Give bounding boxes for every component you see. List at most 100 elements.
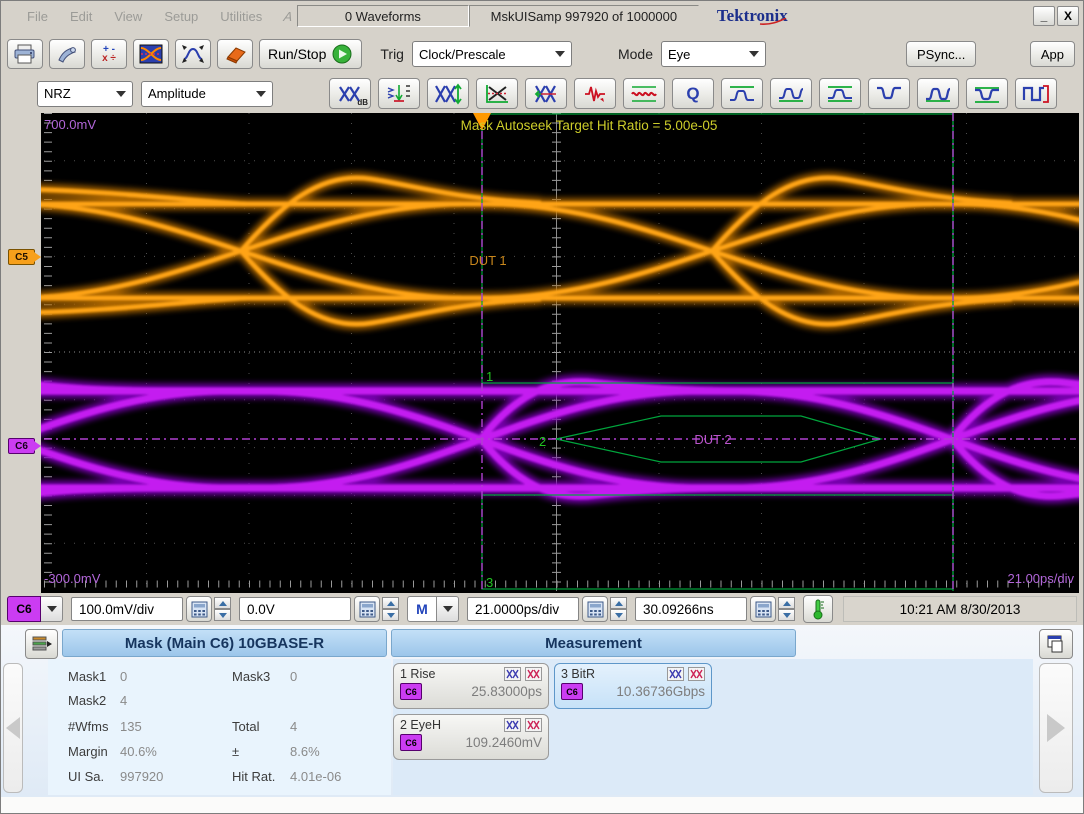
timebase-select-arrow[interactable] xyxy=(437,596,459,622)
meas-gain-setup-button[interactable] xyxy=(378,78,420,109)
spin-up-icon[interactable] xyxy=(214,597,231,609)
menu-setup[interactable]: Setup xyxy=(164,9,198,24)
crossing-level-icon xyxy=(484,83,510,105)
vertical-scale-button[interactable]: + - x ÷ xyxy=(91,39,127,69)
meas-pulse-top-button[interactable] xyxy=(721,78,763,109)
print-button[interactable] xyxy=(7,39,43,69)
calculator-icon xyxy=(359,601,376,618)
channel-c5-marker[interactable]: C5 xyxy=(8,249,35,265)
measurement-card-rise[interactable]: 1 Rise C6 25.83000ps xyxy=(393,663,549,709)
signal-type-dropdown[interactable]: NRZ xyxy=(37,81,133,107)
horizontal-position-field[interactable]: 30.09266ns xyxy=(635,597,747,621)
eye-stat-blue-icon[interactable] xyxy=(504,667,521,681)
menu-file[interactable]: File xyxy=(27,9,48,24)
measurement-card-bitrate[interactable]: 3 BitR C6 10.36736Gbps xyxy=(554,663,712,709)
measurement-source-chip[interactable]: C6 xyxy=(400,683,422,700)
vertical-scale-field[interactable]: 100.0mV/div xyxy=(71,597,183,621)
print-icon xyxy=(13,44,37,64)
eye-stat-blue-icon[interactable] xyxy=(504,718,521,732)
autoset-button[interactable] xyxy=(175,39,211,69)
measurement-panel-header[interactable]: Measurement xyxy=(391,629,796,657)
vertical-offset-field[interactable]: 0.0V xyxy=(239,597,351,621)
spin-down-icon[interactable] xyxy=(382,609,399,621)
close-button[interactable]: X xyxy=(1057,6,1079,26)
menu-edit[interactable]: Edit xyxy=(70,9,92,24)
horizontal-scale-field[interactable]: 21.0000ps/div xyxy=(467,597,579,621)
touchscreen-setup-button[interactable] xyxy=(49,39,85,69)
meas-noise-button[interactable] xyxy=(623,78,665,109)
mask-readout-panel: Mask1 0 Mask3 0 Mask2 4 #Wfms 135 Total … xyxy=(48,659,391,795)
vertical-scale-value: 100.0mV/div xyxy=(79,602,154,617)
eye-stat-red-icon[interactable] xyxy=(525,667,542,681)
clear-data-button[interactable] xyxy=(217,39,253,69)
channel-select-arrow[interactable] xyxy=(41,596,63,622)
spin-down-icon[interactable] xyxy=(214,609,231,621)
spin-up-icon[interactable] xyxy=(778,597,795,609)
eye-stat-blue-icon[interactable] xyxy=(667,667,684,681)
menu-view[interactable]: View xyxy=(114,9,142,24)
menu-applications-clipped[interactable]: A xyxy=(282,9,296,24)
wfms-value: 135 xyxy=(120,719,142,734)
vertical-scale-keypad-button[interactable] xyxy=(186,596,212,622)
mask-panel-header[interactable]: Mask (Main C6) 10GBASE-R xyxy=(62,629,387,657)
measure-category-dropdown[interactable]: Amplitude xyxy=(141,81,273,107)
meas-extinction-ratio-button[interactable]: dB xyxy=(329,78,371,109)
meas-jitter-button[interactable] xyxy=(574,78,616,109)
measurement-source-chip[interactable]: C6 xyxy=(400,734,422,751)
timebase-select-label: M xyxy=(416,601,428,617)
thermometer-icon xyxy=(811,598,825,620)
measurement-source-chip[interactable]: C6 xyxy=(561,683,583,700)
spin-up-icon[interactable] xyxy=(382,597,399,609)
acquisition-status-field: MskUISamp 997920 of 1000000 xyxy=(469,5,699,27)
meas-pulse-negative-button[interactable] xyxy=(868,78,910,109)
channel-c6-marker[interactable]: C6 xyxy=(8,438,35,454)
horizontal-position-keypad-button[interactable] xyxy=(750,596,776,622)
meas-pulse-fall-button[interactable] xyxy=(966,78,1008,109)
panel-layout-button[interactable] xyxy=(1039,629,1073,659)
horizontal-scale-keypad-button[interactable] xyxy=(582,596,608,622)
db-glyph: dB xyxy=(357,98,368,107)
graticule-screen[interactable]: 1 2 3 700.0mV Mask Autoseek Target Hit R… xyxy=(41,113,1079,593)
source-chip-label: C6 xyxy=(405,738,417,748)
window-footer-strip xyxy=(1,797,1083,814)
spin-down-icon[interactable] xyxy=(778,609,795,621)
stacked-panels-icon xyxy=(31,634,53,654)
panel-reorder-button[interactable] xyxy=(25,629,58,659)
spin-up-icon[interactable] xyxy=(610,597,627,609)
meas-eye-width-button[interactable] xyxy=(525,78,567,109)
meas-gated-bitrate-button[interactable] xyxy=(1015,78,1057,109)
spin-down-icon[interactable] xyxy=(610,609,627,621)
total-value: 4 xyxy=(290,719,297,734)
meas-pulse-amplitude-button[interactable] xyxy=(819,78,861,109)
temperature-status-button[interactable] xyxy=(803,595,833,623)
eye-stat-red-icon[interactable] xyxy=(688,667,705,681)
psync-button[interactable]: PSync... xyxy=(906,41,976,67)
channel-select-button[interactable]: C6 xyxy=(7,596,41,622)
mode-dropdown[interactable]: Eye xyxy=(661,41,766,67)
run-stop-button[interactable]: Run/Stop xyxy=(259,39,362,69)
app-button[interactable]: App xyxy=(1030,41,1075,67)
vertical-offset-spinner xyxy=(382,597,399,621)
pulse-two-line-icon xyxy=(826,83,854,105)
meas-pulse-base-button[interactable] xyxy=(770,78,812,109)
measurement-card-eyeheight[interactable]: 2 EyeH C6 109.2460mV xyxy=(393,714,549,760)
scroll-right-button[interactable] xyxy=(1039,663,1073,793)
calculator-icon xyxy=(587,601,604,618)
meas-q-factor-button[interactable]: Q xyxy=(672,78,714,109)
menu-utilities[interactable]: Utilities xyxy=(220,9,262,24)
meas-eye-amplitude-button[interactable] xyxy=(427,78,469,109)
minimize-button[interactable]: _ xyxy=(1033,6,1055,26)
region-3-label: 3 xyxy=(486,575,493,590)
timebase-select-button[interactable]: M xyxy=(407,596,437,622)
pulse-top-line-icon xyxy=(728,83,756,105)
meas-pulse-rise-button[interactable] xyxy=(917,78,959,109)
trigger-source-dropdown[interactable]: Clock/Prescale xyxy=(412,41,572,67)
c5-pointer-icon xyxy=(34,252,41,262)
q-glyph: Q xyxy=(686,84,699,104)
meas-crossing-button[interactable] xyxy=(476,78,518,109)
region-3-gate xyxy=(482,495,953,589)
mask-testing-button[interactable] xyxy=(133,39,169,69)
scroll-left-button[interactable] xyxy=(3,663,23,793)
eye-stat-red-icon[interactable] xyxy=(525,718,542,732)
vertical-offset-keypad-button[interactable] xyxy=(354,596,380,622)
